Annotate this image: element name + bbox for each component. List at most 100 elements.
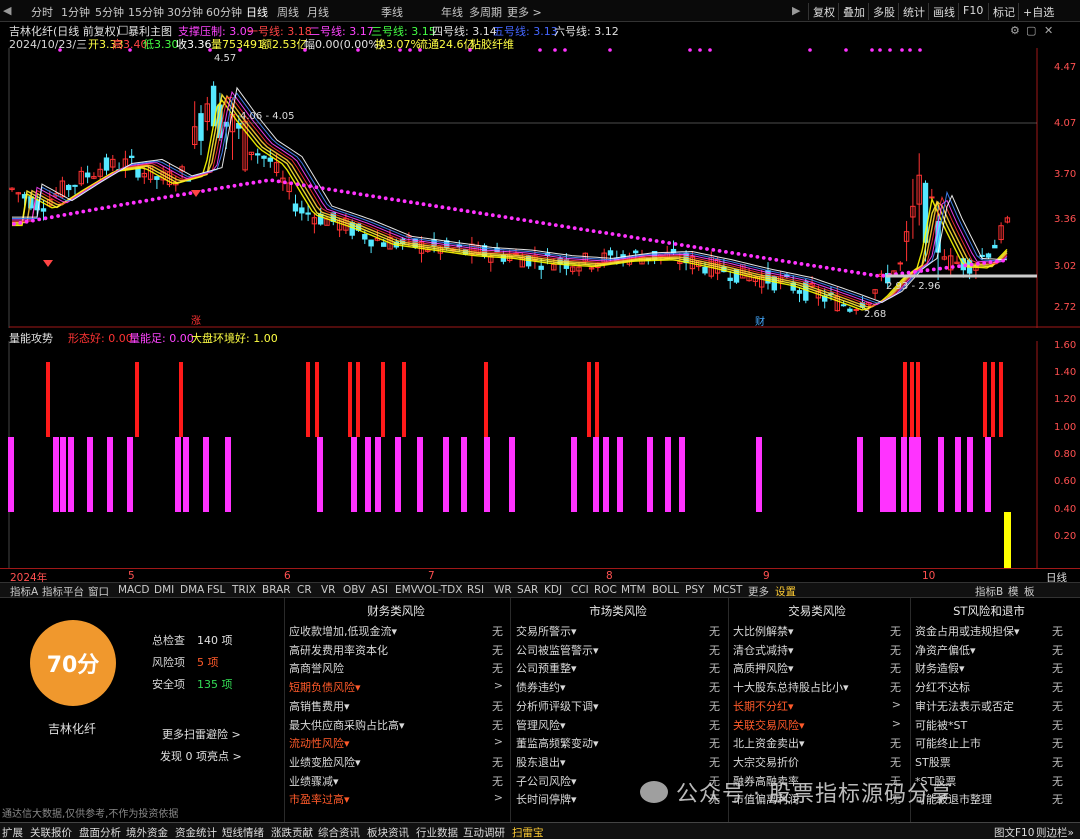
add-watchlist-button[interactable]: +自选 (1018, 3, 1058, 20)
indicator-tab[interactable]: DMI (154, 584, 174, 596)
period-tab-9[interactable]: 月线 (307, 4, 329, 20)
indicator-tab[interactable]: CR (297, 584, 312, 596)
nav-left-icon[interactable]: ◀ (3, 4, 11, 17)
indicator-tab[interactable]: VOL-TDX (417, 584, 462, 596)
indicator-tab[interactable]: BRAR (262, 584, 291, 596)
risk-item[interactable]: 关联交易风险▾ > (733, 717, 901, 733)
risk-item[interactable]: 分红不达标 无 (915, 679, 1063, 695)
risk-item[interactable]: ST股票 无 (915, 754, 1063, 770)
indicator-tab[interactable]: MACD (118, 584, 149, 596)
risk-item[interactable]: 流动性风险▾ > (289, 735, 503, 751)
indicator-menu-icon[interactable]: □ (118, 23, 128, 36)
indicator-tab[interactable]: TRIX (232, 584, 256, 596)
risk-item[interactable]: 最大供应商采购占比高▾ 无 (289, 717, 503, 733)
risk-item[interactable]: 财务造假▾ 无 (915, 660, 1063, 676)
overlay-button[interactable]: 叠加 (838, 3, 869, 20)
indicator-tab[interactable]: PSY (685, 584, 704, 596)
status-tab[interactable]: 关联报价 (30, 825, 72, 839)
risk-item[interactable]: 市盈率过高▾ > (289, 791, 503, 807)
risk-item[interactable]: 交易所警示▾ 无 (516, 623, 720, 639)
risk-item[interactable]: 大宗交易折价 无 (733, 754, 901, 770)
period-tab-8[interactable]: 周线 (277, 4, 299, 20)
status-tab[interactable]: 资金统计 (175, 825, 217, 839)
status-tab[interactable]: 行业数据 (416, 825, 458, 839)
gear-icon[interactable]: ⚙ (1010, 24, 1020, 37)
status-tab-right[interactable]: 则边栏» (1036, 825, 1074, 839)
period-tab-5[interactable]: 30分钟 (167, 4, 203, 20)
more-scan-link[interactable]: 更多扫雷避险 > (162, 726, 241, 742)
adjust-button[interactable]: 复权 (808, 3, 839, 20)
risk-item[interactable]: 公司预重整▾ 无 (516, 660, 720, 676)
status-tab[interactable]: 互动调研 (463, 825, 505, 839)
more-periods[interactable]: 更多 > (507, 4, 542, 20)
period-tab-6[interactable]: 60分钟 (206, 4, 242, 20)
kline-chart[interactable]: 4.47 4.07 3.70 3.36 3.02 2.72 4.57 4.06 … (0, 48, 1080, 328)
status-tab[interactable]: 扫雷宝 (512, 825, 544, 839)
risk-item[interactable]: 审计无法表示或否定 无 (915, 698, 1063, 714)
status-tab[interactable]: 盘面分析 (79, 825, 121, 839)
risk-item[interactable]: 可能被*ST 无 (915, 717, 1063, 733)
indicator-tab[interactable]: FSL (207, 584, 225, 596)
period-tab-12[interactable]: 多周期 (469, 4, 502, 20)
status-tab[interactable]: 综合资讯 (318, 825, 360, 839)
risk-item[interactable]: 董监高频繁变动▾ 无 (516, 735, 720, 751)
indicator-tab[interactable]: ROC (594, 584, 617, 596)
mark-button[interactable]: 标记 (988, 3, 1019, 20)
risk-item[interactable]: 公司被监管警示▾ 无 (516, 642, 720, 658)
period-tab-3[interactable]: 5分钟 (95, 4, 124, 20)
risk-item[interactable]: 十大股东总持股占比小▾ 无 (733, 679, 901, 695)
risk-item[interactable]: 业绩变脸风险▾ 无 (289, 754, 503, 770)
risk-item[interactable]: 大比例解禁▾ 无 (733, 623, 901, 639)
period-tab-daily[interactable]: 日线 (246, 4, 268, 20)
indicator-tab[interactable]: BOLL (652, 584, 679, 596)
risk-item[interactable]: 净资产偏低▾ 无 (915, 642, 1063, 658)
risk-item[interactable]: 长期不分红▾ > (733, 698, 901, 714)
period-tab-11[interactable]: 年线 (441, 4, 463, 20)
indicator-tab[interactable]: SAR (517, 584, 538, 596)
indicator-tab[interactable]: RSI (467, 584, 484, 596)
found-highlights-link[interactable]: 发现 0 项亮点 > (160, 748, 242, 764)
period-tab-1[interactable]: 分时 (31, 4, 53, 20)
period-tab-10[interactable]: 季线 (381, 4, 403, 20)
multi-stock-button[interactable]: 多股 (868, 3, 899, 20)
indicator-tab[interactable]: DMA (180, 584, 204, 596)
close-icon[interactable]: ✕ (1044, 24, 1053, 37)
risk-item[interactable]: 高质押风险▾ 无 (733, 660, 901, 676)
window-icon[interactable]: ▢ (1026, 24, 1036, 37)
volume-chart[interactable]: 1.60 1.40 1.20 1.00 0.80 0.60 0.40 0.20 (0, 341, 1080, 569)
status-tab-right[interactable]: 图文F10 (994, 825, 1034, 839)
indicator-tab[interactable]: MTM (621, 584, 646, 596)
risk-item[interactable]: 清仓式减持▾ 无 (733, 642, 901, 658)
indicator-tab[interactable]: CCI (571, 584, 589, 596)
risk-item[interactable]: 业绩骤减▾ 无 (289, 773, 503, 789)
risk-item[interactable]: 高销售费用▾ 无 (289, 698, 503, 714)
risk-item[interactable]: 债券违约▾ 无 (516, 679, 720, 695)
risk-item[interactable]: 分析师评级下调▾ 无 (516, 698, 720, 714)
status-tab[interactable]: 短线情绪 (222, 825, 264, 839)
risk-item[interactable]: 可能终止上市 无 (915, 735, 1063, 751)
status-tab[interactable]: 涨跌贡献 (271, 825, 313, 839)
status-tab[interactable]: 扩展 (2, 825, 23, 839)
indicator-tab[interactable]: ASI (371, 584, 388, 596)
indicator-tab[interactable]: VR (321, 584, 335, 596)
nav-right-icon[interactable]: ▶ (792, 4, 800, 17)
indicator-tab[interactable]: EMV (395, 584, 418, 596)
risk-item[interactable]: 管理风险▾ 无 (516, 717, 720, 733)
indicator-tab[interactable]: WR (494, 584, 512, 596)
period-tab-4[interactable]: 15分钟 (128, 4, 164, 20)
risk-item[interactable]: 北上资金卖出▾ 无 (733, 735, 901, 751)
period-tab-2[interactable]: 1分钟 (61, 4, 90, 20)
indicator-tab[interactable]: MCST (713, 584, 742, 596)
f10-button[interactable]: F10 (958, 3, 987, 20)
risk-item[interactable]: 资金占用或违规担保▾ 无 (915, 623, 1063, 639)
risk-item[interactable]: 高商誉风险 无 (289, 660, 503, 676)
stats-button[interactable]: 统计 (898, 3, 929, 20)
status-tab[interactable]: 板块资讯 (367, 825, 409, 839)
status-tab[interactable]: 境外资金 (126, 825, 168, 839)
risk-item[interactable]: 应收款增加,低现金流▾ 无 (289, 623, 503, 639)
indicator-tab[interactable]: OBV (343, 584, 365, 596)
risk-item[interactable]: 短期负债风险▾ > (289, 679, 503, 695)
risk-item[interactable]: 高研发费用率资本化 无 (289, 642, 503, 658)
draw-button[interactable]: 画线 (928, 3, 959, 20)
indicator-tab[interactable]: KDJ (544, 584, 562, 596)
